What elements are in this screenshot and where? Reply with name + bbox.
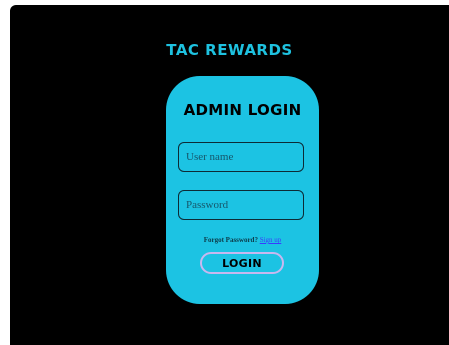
- app-frame: TAC REWARDS ADMIN LOGIN Forgot Password?…: [10, 5, 449, 345]
- login-card: ADMIN LOGIN Forgot Password? Sign up LOG…: [166, 76, 319, 304]
- password-input[interactable]: [178, 190, 304, 220]
- forgot-password-text: Forgot Password?: [203, 236, 258, 244]
- login-button[interactable]: LOGIN: [200, 252, 284, 274]
- brand-title: TAC REWARDS: [166, 41, 293, 59]
- login-heading: ADMIN LOGIN: [183, 101, 302, 119]
- username-input[interactable]: [178, 142, 304, 172]
- signup-link[interactable]: Sign up: [260, 236, 282, 244]
- forgot-password-line: Forgot Password? Sign up: [166, 236, 319, 244]
